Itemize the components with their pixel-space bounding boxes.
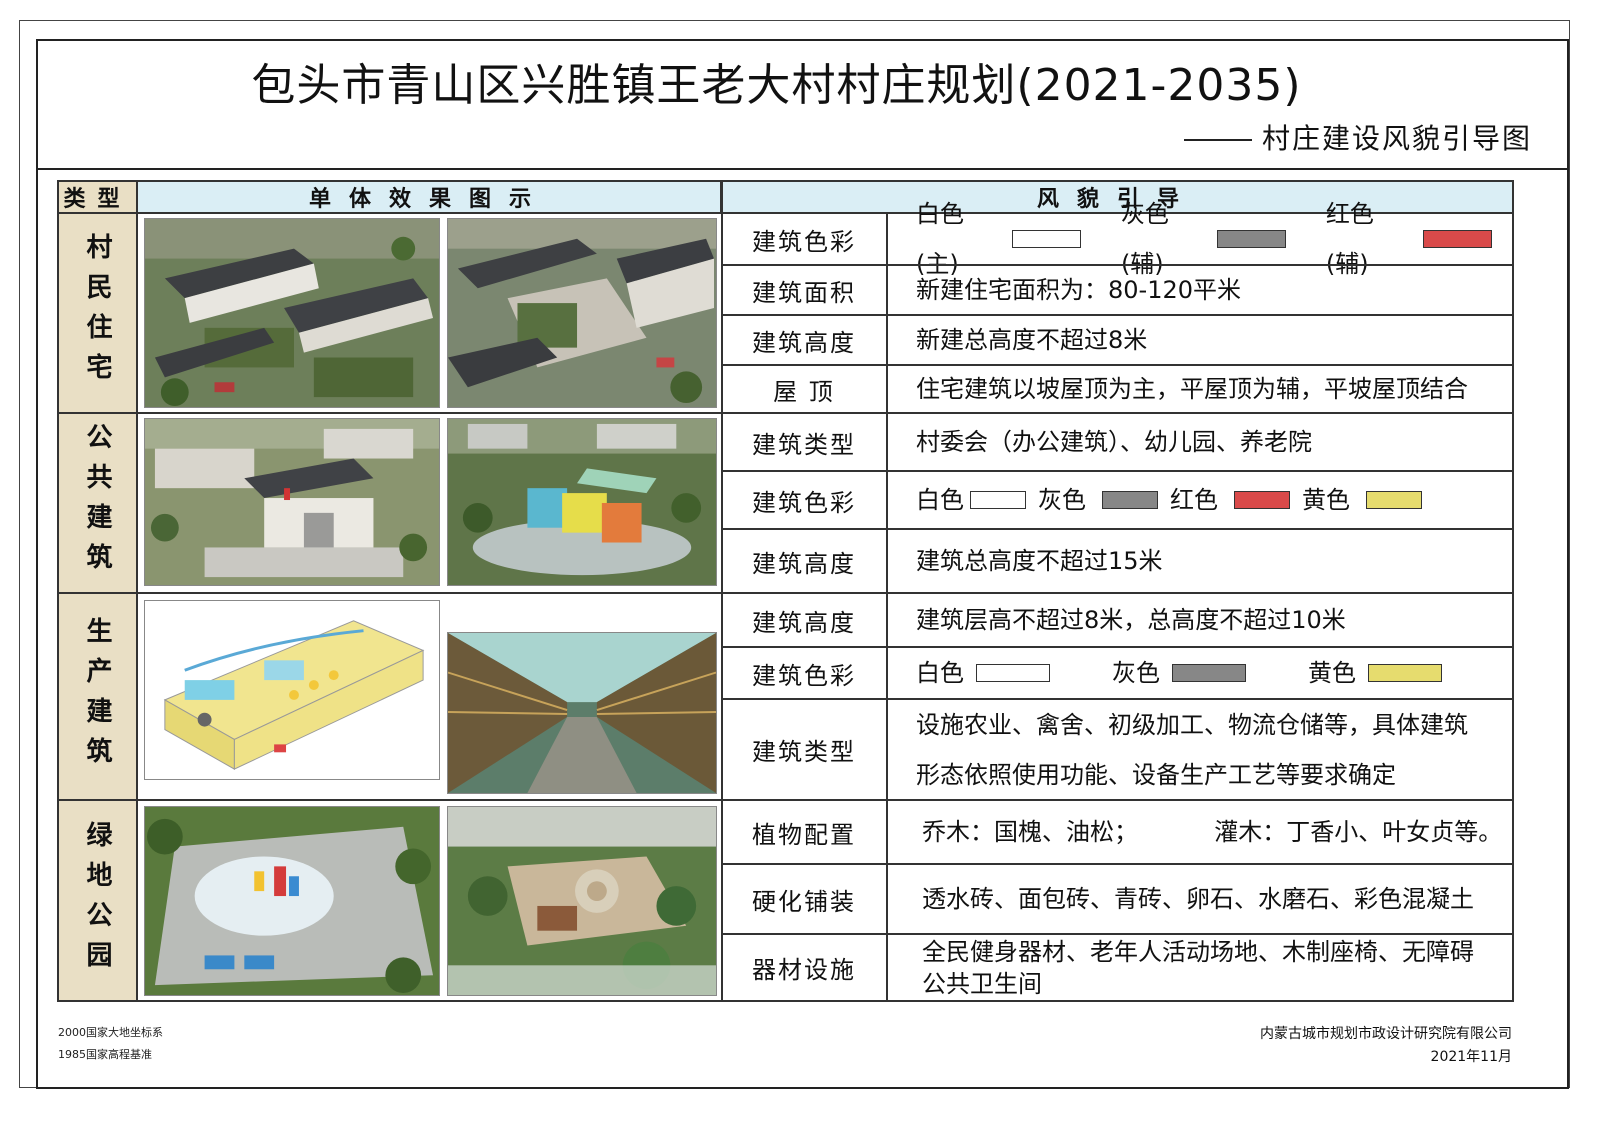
swatch-white	[970, 491, 1026, 509]
swatch-red	[1234, 491, 1290, 509]
row-residential-color-label: 建筑色彩	[722, 214, 888, 264]
header-images: 单体效果图示	[138, 182, 722, 212]
swatch-label-red: 红色	[1170, 486, 1218, 514]
production-diagram	[144, 600, 440, 780]
public-render-1	[144, 418, 440, 586]
page-title: 包头市青山区兴胜镇王老大村村庄规划(2021-2035)	[251, 60, 1302, 111]
swatch-yellow	[1366, 491, 1422, 509]
type-residential: 村民住宅	[59, 214, 138, 412]
park-render-1	[144, 806, 440, 996]
row-residential-color: 白色(主) 灰色(辅) 红色(辅)	[888, 200, 1512, 278]
row-production-type-label: 建筑类型	[722, 700, 888, 799]
swatch-label-white: 白色	[916, 486, 964, 514]
swatch-label-white: 白色	[916, 659, 964, 687]
footer-elevation: 1985国家高程基准	[58, 1048, 152, 1061]
swatch-gray	[1172, 664, 1246, 682]
row-production-type: 设施农业、禽舍、初级加工、物流仓储等，具体建筑形态依照使用功能、设备生产工艺等要…	[916, 710, 1468, 789]
swatch-label-yellow: 黄色	[1302, 486, 1350, 514]
swatch-label-gray: 灰色	[1112, 659, 1160, 687]
type-public-label: 公共建筑	[82, 423, 112, 583]
row-residential-roof-label: 屋 顶	[722, 366, 888, 412]
swatch-white	[976, 664, 1050, 682]
swatch-gray	[1217, 230, 1286, 248]
header-type: 类型	[59, 182, 138, 212]
column-divider	[721, 182, 723, 1000]
subtitle-text: 村庄建设风貌引导图	[1261, 122, 1532, 155]
park-render-2	[447, 806, 717, 996]
guide-table: 类型 单体效果图示 风貌引导 村民住宅 建筑色彩 白色(主) 灰色(辅) 红色(…	[57, 180, 1514, 1002]
row-residential-area: 新建住宅面积为：80-120平米	[916, 276, 1242, 304]
row-public-type: 村委会（办公建筑）、幼儿园、养老院	[916, 428, 1312, 456]
swatch-label-gray: 灰色	[1038, 486, 1086, 514]
row-park-paving-label: 硬化铺装	[722, 865, 888, 933]
swatch-red	[1422, 230, 1493, 248]
row-park-paving: 透水砖、面包砖、青砖、卵石、水磨石、彩色混凝土	[922, 885, 1474, 913]
row-public-color: 白色 灰色 红色 黄色	[888, 472, 1512, 528]
footer-coord-system: 2000国家大地坐标系	[58, 1026, 163, 1039]
page-subtitle: 村庄建设风貌引导图	[1183, 122, 1532, 156]
subtitle-dash	[1183, 139, 1252, 141]
row-production-height-label: 建筑高度	[722, 594, 888, 646]
type-park: 绿地公园	[59, 801, 138, 1000]
type-public: 公共建筑	[59, 414, 138, 592]
row-park-facilities: 全民健身器材、老年人活动场地、木制座椅、无障碍公共卫生间	[922, 937, 1474, 998]
type-residential-label: 村民住宅	[82, 233, 112, 393]
row-public-height-label: 建筑高度	[722, 530, 888, 592]
row-production-height: 建筑层高不超过8米，总高度不超过10米	[916, 606, 1346, 634]
swatch-label-yellow: 黄色	[1308, 659, 1356, 687]
type-production-label: 生产建筑	[82, 616, 112, 777]
row-public-color-label: 建筑色彩	[722, 472, 888, 528]
swatch-yellow	[1368, 664, 1442, 682]
row-residential-area-label: 建筑面积	[722, 266, 888, 314]
footer-company: 内蒙古城市规划市政设计研究院有限公司	[1260, 1026, 1512, 1042]
row-park-facilities-label: 器材设施	[722, 935, 888, 1000]
footer-date: 2021年11月	[1430, 1049, 1512, 1065]
public-render-2	[447, 418, 717, 586]
row-production-color: 白色 灰色 黄色	[888, 648, 1512, 698]
residential-render-2	[447, 218, 717, 408]
row-residential-height-label: 建筑高度	[722, 316, 888, 364]
header-rule	[36, 168, 1569, 170]
residential-render-1	[144, 218, 440, 408]
type-park-label: 绿地公园	[82, 820, 112, 981]
row-residential-height: 新建总高度不超过8米	[916, 326, 1148, 354]
row-park-plants: 乔木：国槐、油松； 灌木：丁香小、叶女贞等。	[922, 818, 1503, 846]
row-residential-roof: 住宅建筑以坡屋顶为主，平屋顶为辅，平坡屋顶结合	[916, 375, 1468, 403]
swatch-gray	[1102, 491, 1158, 509]
row-park-plants-label: 植物配置	[722, 801, 888, 863]
row-public-type-label: 建筑类型	[722, 414, 888, 470]
production-photo	[447, 632, 717, 794]
type-production: 生产建筑	[59, 594, 138, 799]
row-production-color-label: 建筑色彩	[722, 648, 888, 698]
row-public-height: 建筑总高度不超过15米	[916, 547, 1163, 575]
swatch-white	[1012, 230, 1081, 248]
